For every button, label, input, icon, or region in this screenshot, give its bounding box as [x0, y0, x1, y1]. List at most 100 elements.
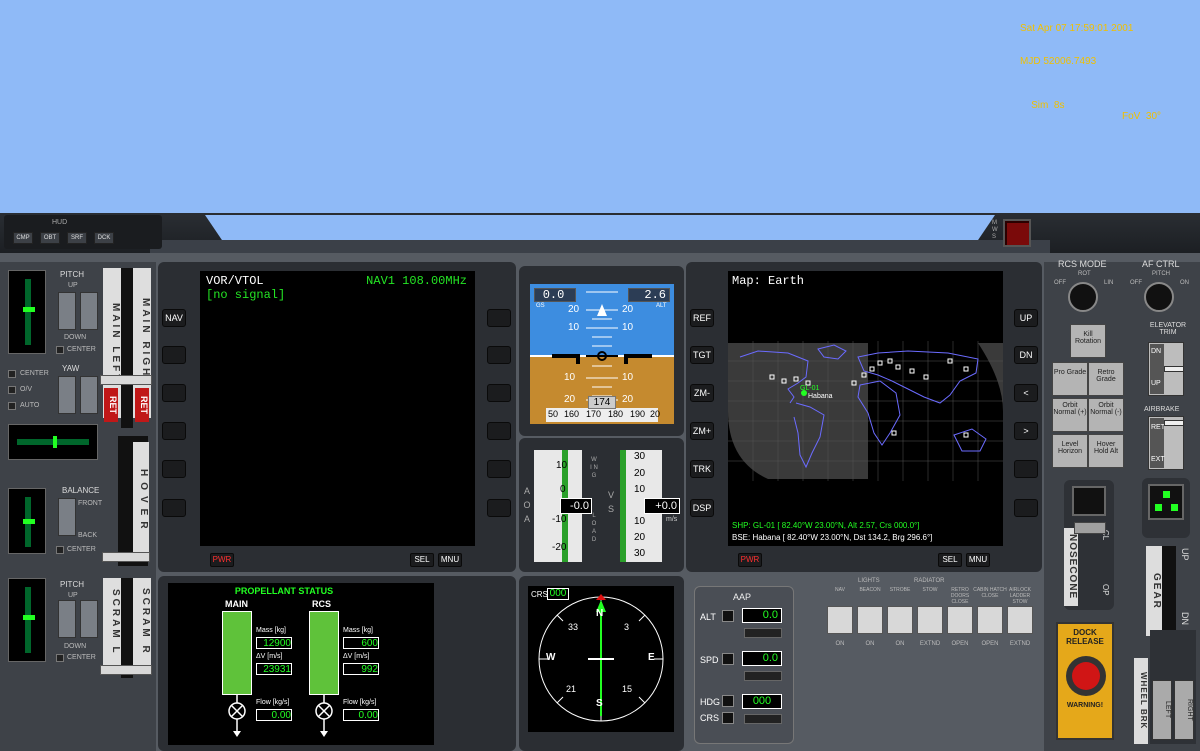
- orbit-normal-minus-button[interactable]: Orbit Normal (-): [1088, 398, 1124, 432]
- aap-spd-label: SPD: [700, 655, 719, 665]
- panel-toggle-switch[interactable]: [947, 606, 973, 634]
- gear-dn-label: DN: [1180, 612, 1190, 625]
- right-mfd-zoom-in-button[interactable]: ZM+: [690, 422, 714, 440]
- scram-center-checkbox[interactable]: [56, 654, 64, 662]
- left-mfd-left-button-2[interactable]: [162, 346, 186, 364]
- aap-crs-toggle[interactable]: [722, 712, 734, 724]
- right-mfd-dsp-button[interactable]: DSP: [690, 499, 714, 517]
- right-mfd-tgt-button[interactable]: TGT: [690, 346, 714, 364]
- elevator-trim-title: ELEVATOR TRIM: [1149, 322, 1187, 336]
- yaw-auto-checkbox[interactable]: [8, 402, 16, 410]
- map-ship-label: GL-01: [800, 385, 820, 392]
- right-mfd-left-arrow-button[interactable]: <: [1014, 384, 1038, 402]
- left-mfd-pwr-button[interactable]: PWR: [210, 553, 234, 567]
- panel-toggle-switch[interactable]: [827, 606, 853, 634]
- adi-alt-readout: 2.6: [628, 288, 670, 302]
- prograde-button[interactable]: Pro Grade: [1052, 362, 1088, 396]
- aap-alt-adjust[interactable]: [744, 628, 782, 638]
- hud-cmp-button[interactable]: CMP: [13, 232, 33, 244]
- right-mfd-ref-button[interactable]: REF: [690, 309, 714, 327]
- switch-top-label: NAV: [835, 587, 845, 593]
- right-mfd-dn-button[interactable]: DN: [1014, 346, 1038, 364]
- propellant-valves: [228, 695, 333, 737]
- main-right-retro-label: RET: [135, 388, 149, 422]
- panel-toggle-switch[interactable]: [917, 606, 943, 634]
- balance-gauge: [8, 488, 46, 554]
- retrograde-button[interactable]: Retro Grade: [1088, 362, 1124, 396]
- aap-hdg-label: HDG: [700, 697, 720, 707]
- yaw-switch-right[interactable]: [80, 376, 98, 414]
- left-mfd-nav-button[interactable]: NAV: [162, 309, 186, 327]
- hover-hold-alt-button[interactable]: Hover Hold Alt: [1088, 434, 1124, 468]
- right-mfd-up-button[interactable]: UP: [1014, 309, 1038, 327]
- pitch-trim-switch-right[interactable]: [80, 292, 98, 330]
- hud-dck-button[interactable]: DCK: [94, 232, 114, 244]
- right-mfd-zoom-out-button[interactable]: ZM-: [690, 384, 714, 402]
- dock-release-button[interactable]: [1072, 662, 1100, 690]
- hud-srf-button[interactable]: SRF: [67, 232, 87, 244]
- right-mfd-trk-button[interactable]: TRK: [690, 460, 714, 478]
- pitch-trim-switch-left[interactable]: [58, 292, 76, 330]
- adi-pitch-20-left: 20: [568, 304, 580, 315]
- orbit-normal-plus-button[interactable]: Orbit Normal (+): [1052, 398, 1088, 432]
- panel-toggle-switch[interactable]: [1007, 606, 1033, 634]
- aap-alt-toggle[interactable]: [722, 610, 734, 622]
- elevator-trim-slider[interactable]: [1164, 366, 1184, 372]
- yaw-center-checkbox[interactable]: [8, 370, 16, 378]
- hud-obt-button[interactable]: OBT: [40, 232, 60, 244]
- right-brake-pedal[interactable]: RIGHT: [1174, 680, 1194, 740]
- right-mfd-right-arrow-button[interactable]: >: [1014, 422, 1038, 440]
- load-label: L O A D: [591, 513, 597, 543]
- left-mfd-right-button-3[interactable]: [487, 384, 511, 402]
- hover-throttle-lever[interactable]: [102, 552, 150, 562]
- left-mfd-left-button-5[interactable]: [162, 460, 186, 478]
- right-mfd-mnu-button[interactable]: MNU: [966, 553, 990, 567]
- aap-spd-toggle[interactable]: [722, 653, 734, 665]
- panel-toggle-switch[interactable]: [977, 606, 1003, 634]
- aap-spd-readout: 0.0: [742, 651, 782, 666]
- scram-throttle-lever[interactable]: [100, 665, 152, 675]
- left-mfd-left-button-3[interactable]: [162, 384, 186, 402]
- left-mfd-right-button-1[interactable]: [487, 309, 511, 327]
- left-mfd-right-button-4[interactable]: [487, 422, 511, 440]
- af-ctrl-dial[interactable]: [1144, 282, 1174, 312]
- right-mfd-right-button-6[interactable]: [1014, 499, 1038, 517]
- scram-pitch-switch-right[interactable]: [80, 600, 98, 638]
- nosecone-lever[interactable]: [1074, 522, 1106, 534]
- aap-hdg-toggle[interactable]: [722, 695, 734, 707]
- pitch-center-checkbox[interactable]: [56, 346, 64, 354]
- left-mfd-mnu-button[interactable]: MNU: [438, 553, 462, 567]
- right-mfd-right-button-5[interactable]: [1014, 460, 1038, 478]
- balance-switch[interactable]: [58, 498, 76, 536]
- switch-bottom-label: ON: [835, 641, 845, 647]
- rcs-mode-title: RCS MODE: [1058, 259, 1107, 269]
- kill-rotation-button[interactable]: Kill Rotation: [1070, 324, 1106, 358]
- rcs-mode-dial[interactable]: [1068, 282, 1098, 312]
- gear-label: GEAR: [1146, 546, 1162, 636]
- aoa-label: A O A: [523, 486, 531, 524]
- aap-spd-adjust[interactable]: [744, 671, 782, 681]
- airbrake-slider[interactable]: [1164, 420, 1184, 426]
- compass-21-label: 21: [566, 684, 577, 694]
- scram-pitch-switch-left[interactable]: [58, 600, 76, 638]
- af-on-label: ON: [1180, 280, 1189, 286]
- aap-hdg-adjust[interactable]: [744, 714, 782, 724]
- panel-toggle-switch[interactable]: [857, 606, 883, 634]
- left-mfd-left-button-4[interactable]: [162, 422, 186, 440]
- level-horizon-button[interactable]: Level Horizon: [1052, 434, 1088, 468]
- left-brake-pedal[interactable]: LEFT: [1152, 680, 1172, 740]
- left-mfd-right-button-6[interactable]: [487, 499, 511, 517]
- compass-3-label: 3: [624, 622, 630, 632]
- right-mfd-pwr-button[interactable]: PWR: [738, 553, 762, 567]
- right-mfd-sel-button[interactable]: SEL: [938, 553, 962, 567]
- yaw-ov-checkbox[interactable]: [8, 386, 16, 394]
- yaw-switch-left[interactable]: [58, 376, 76, 414]
- panel-toggle-switch[interactable]: [887, 606, 913, 634]
- left-mfd-right-button-2[interactable]: [487, 346, 511, 364]
- adi-heading-readout: 174: [588, 396, 616, 409]
- left-mfd-sel-button[interactable]: SEL: [410, 553, 434, 567]
- main-throttle-lever[interactable]: [100, 375, 152, 385]
- left-mfd-left-button-6[interactable]: [162, 499, 186, 517]
- left-mfd-right-button-5[interactable]: [487, 460, 511, 478]
- balance-center-checkbox[interactable]: [56, 546, 64, 554]
